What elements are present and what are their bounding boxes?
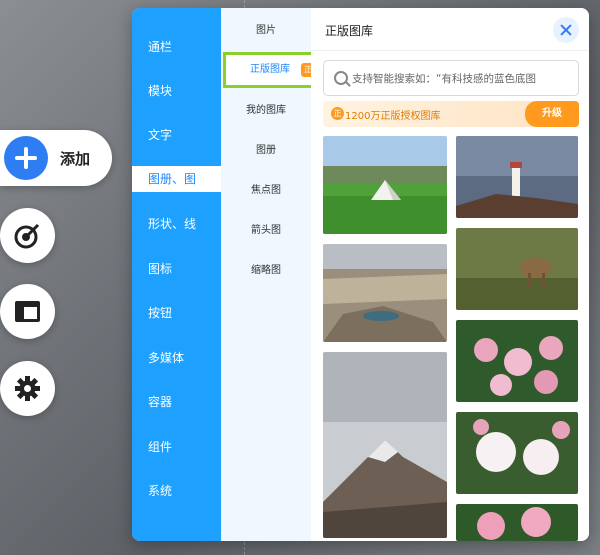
promo-text: 1200万正版授权图库: [345, 111, 441, 122]
category-item-module[interactable]: 模块: [132, 78, 221, 104]
sub-tab-album[interactable]: 图册: [221, 136, 311, 166]
image-thumbnail[interactable]: [456, 320, 578, 402]
image-thumbnail[interactable]: [456, 504, 578, 541]
gear-icon: [15, 376, 40, 401]
plus-icon: [4, 136, 48, 180]
category-item-icon[interactable]: 图标: [132, 256, 221, 282]
search-icon: [334, 71, 348, 85]
close-icon[interactable]: [553, 17, 579, 43]
category-list: 通栏 模块 文字 图册、图 形状、线 图标 按钮 多媒体 容器 组件 系统: [132, 8, 221, 541]
settings-button[interactable]: [0, 361, 55, 416]
layout-tool-button[interactable]: [0, 284, 55, 339]
sub-tab-licensed-library[interactable]: 正版图库 正: [223, 52, 317, 88]
sub-tab-image[interactable]: 图片: [221, 16, 311, 46]
add-panel: 通栏 模块 文字 图册、图 形状、线 图标 按钮 多媒体 容器 组件 系统 图片…: [132, 8, 589, 541]
sub-tab-arrow-image[interactable]: 箭头图: [221, 216, 311, 246]
sub-tab-thumbnail[interactable]: 缩略图: [221, 256, 311, 286]
category-item-container[interactable]: 容器: [132, 389, 221, 415]
panel-title: 正版图库: [325, 24, 374, 38]
target-icon: [14, 223, 40, 249]
add-label: 添加: [60, 150, 91, 168]
window-icon: [15, 301, 40, 322]
search-input[interactable]: 支持智能搜索如：“有科技感的蓝色底图: [323, 60, 579, 96]
image-thumbnail[interactable]: [323, 136, 447, 234]
sub-tab-label: 正版图库: [250, 64, 290, 75]
sub-tab-my-library[interactable]: 我的图库: [221, 96, 311, 126]
licensed-badge-icon: 正: [331, 107, 344, 120]
image-thumbnail[interactable]: [456, 412, 578, 494]
category-item-text[interactable]: 文字: [132, 122, 221, 148]
image-thumbnail[interactable]: [323, 352, 447, 538]
category-item-gallery[interactable]: 图册、图: [132, 166, 221, 192]
category-item-shape[interactable]: 形状、线: [132, 211, 221, 237]
add-button[interactable]: 添加: [0, 130, 112, 186]
library-content: 正版图库 支持智能搜索如：“有科技感的蓝色底图 正 1200万正版授权图库 升级: [311, 8, 589, 541]
category-item-banner[interactable]: 通栏: [132, 34, 221, 60]
sub-tab-focus-image[interactable]: 焦点图: [221, 176, 311, 206]
category-item-system[interactable]: 系统: [132, 478, 221, 504]
search-placeholder: 支持智能搜索如：“有科技感的蓝色底图: [352, 73, 536, 85]
subcategory-list: 图片 正版图库 正 我的图库 图册 焦点图 箭头图 缩略图: [221, 8, 317, 541]
category-item-media[interactable]: 多媒体: [132, 345, 221, 371]
category-item-button[interactable]: 按钮: [132, 300, 221, 326]
divider: [311, 50, 589, 51]
image-thumbnail[interactable]: [456, 136, 578, 218]
image-thumbnail[interactable]: [456, 228, 578, 310]
promo-banner: 正 1200万正版授权图库 升级: [323, 101, 579, 127]
upgrade-button[interactable]: 升级: [525, 101, 579, 127]
target-tool-button[interactable]: [0, 208, 55, 263]
category-item-component[interactable]: 组件: [132, 434, 221, 460]
image-thumbnail[interactable]: [323, 244, 447, 342]
